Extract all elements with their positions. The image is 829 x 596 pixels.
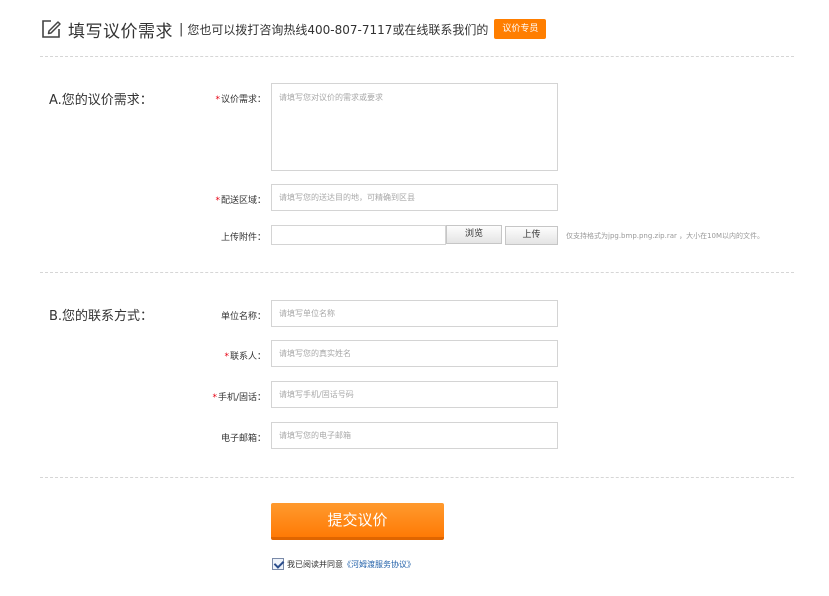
attachment-hint: 仅支持格式为jpg.bmp.png.zip.rar ，大小在10M以内的文件。	[566, 232, 765, 240]
bargain-specialist-button[interactable]: 议价专员	[494, 19, 547, 39]
attachment-label: 上传附件：	[220, 233, 266, 243]
browse-button[interactable]: 浏览	[446, 225, 502, 244]
upload-button[interactable]: 上传	[505, 226, 558, 245]
email-input[interactable]: 请填写您的电子邮箱	[271, 422, 558, 449]
edit-icon	[42, 20, 61, 38]
required-mark: *	[215, 95, 220, 105]
hotline-text: 您也可以拨打咨询热线400-807-7117或在线联系我们的	[187, 22, 489, 37]
company-label: 单位名称：	[220, 312, 266, 322]
agreement-checkbox[interactable]	[272, 558, 284, 570]
page-header: 填写议价需求 | 您也可以拨打咨询热线400-807-7117或在线联系我们的 …	[40, 16, 547, 42]
phone-input[interactable]: 请填写手机/固话号码	[271, 381, 558, 408]
agreement-row: 我已阅读并同意 《河姆渡服务协议》	[272, 558, 415, 570]
header-separator: |	[179, 21, 184, 37]
phone-label: *手机/固话：	[212, 393, 266, 403]
contact-label: *联系人：	[224, 352, 266, 362]
divider	[40, 272, 794, 273]
company-input[interactable]: 请填写单位名称	[271, 300, 558, 327]
demand-textarea[interactable]: 请填写您对议价的需求或要求	[271, 83, 558, 171]
email-label: 电子邮箱：	[220, 434, 266, 444]
divider	[40, 477, 794, 478]
agreement-link[interactable]: 《河姆渡服务协议》	[343, 559, 415, 570]
required-mark: *	[212, 393, 217, 403]
page-title: 填写议价需求	[68, 21, 173, 42]
agreement-text: 我已阅读并同意	[287, 559, 343, 569]
region-input[interactable]: 请填写您的送达目的地，可精确到区县	[271, 184, 558, 211]
demand-label: *议价需求：	[215, 95, 266, 105]
file-path-input[interactable]	[271, 225, 446, 245]
submit-button[interactable]: 提交议价	[271, 503, 444, 540]
required-mark: *	[224, 352, 229, 362]
divider	[40, 56, 794, 57]
contact-input[interactable]: 请填写您的真实姓名	[271, 340, 558, 367]
required-mark: *	[215, 196, 220, 206]
region-label: *配送区域：	[215, 196, 266, 206]
